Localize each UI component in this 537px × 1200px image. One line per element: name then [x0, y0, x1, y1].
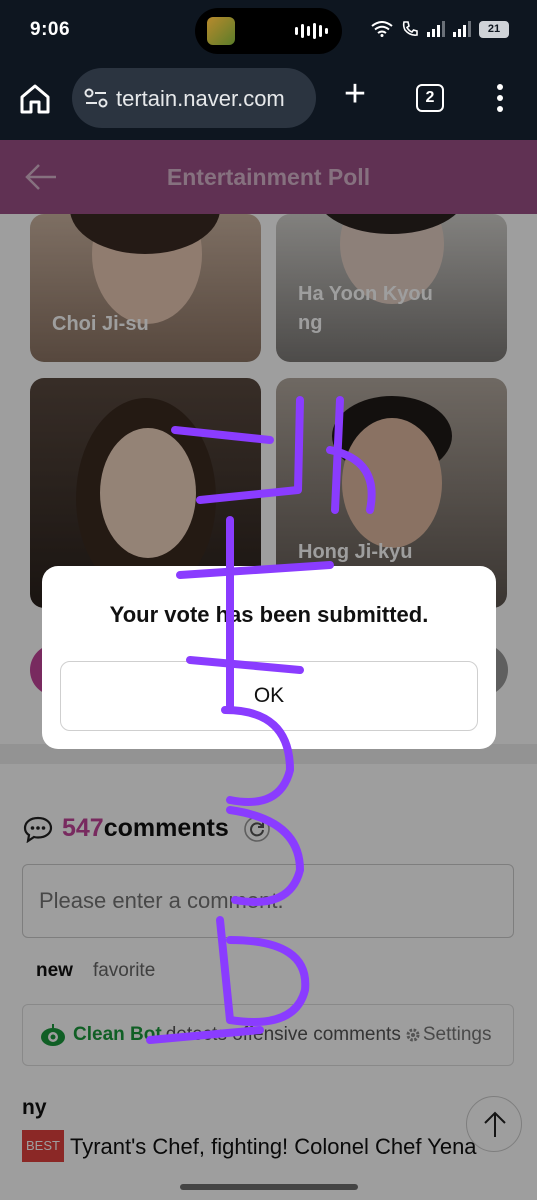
more-menu-icon[interactable] — [492, 84, 508, 114]
call-icon — [402, 21, 418, 36]
tab-switcher-button[interactable]: 2 — [416, 84, 444, 112]
url-text[interactable]: tertain.naver.com — [116, 86, 312, 112]
signal-2-icon — [453, 21, 471, 37]
wifi-icon — [371, 21, 393, 37]
ok-button[interactable]: OK — [60, 661, 478, 731]
battery-icon: 21 — [479, 20, 509, 38]
signal-icon — [427, 21, 445, 37]
site-settings-icon[interactable] — [84, 88, 108, 108]
status-time: 9:06 — [30, 19, 71, 40]
status-bar: 9:06 21 — [0, 0, 537, 62]
audio-wave-icon — [295, 23, 328, 39]
gesture-nav-bar[interactable] — [180, 1184, 358, 1190]
new-tab-button[interactable]: + — [340, 75, 370, 113]
dynamic-island — [195, 8, 342, 54]
address-bar[interactable]: tertain.naver.com — [72, 68, 316, 128]
home-icon[interactable] — [18, 82, 52, 116]
vote-confirmation-dialog: Your vote has been submitted. OK — [42, 566, 496, 749]
status-icons: 21 — [371, 20, 509, 38]
browser-toolbar: tertain.naver.com + 2 — [0, 62, 537, 140]
media-artwork-icon — [207, 17, 235, 45]
dialog-message: Your vote has been submitted. — [109, 602, 429, 627]
